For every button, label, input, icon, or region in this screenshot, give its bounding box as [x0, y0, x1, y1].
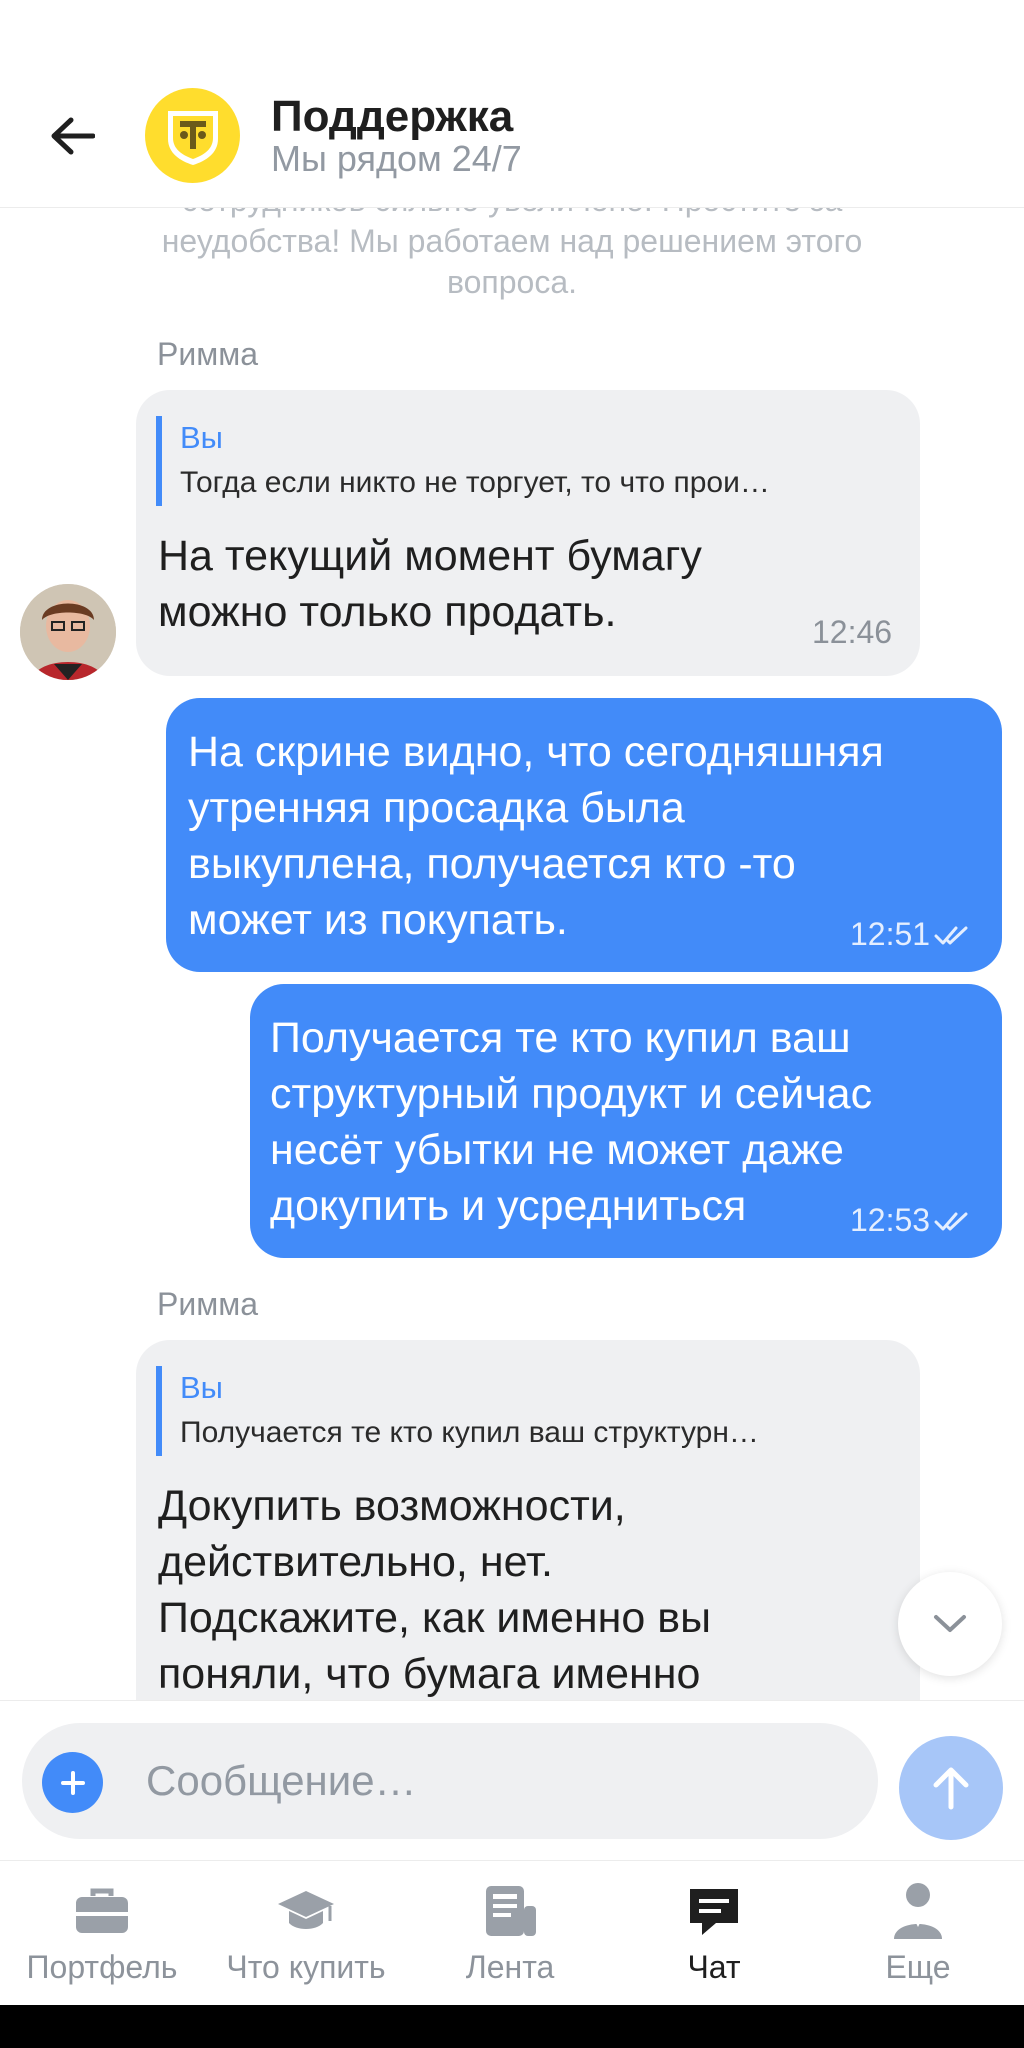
tab-label: Что купить — [226, 1949, 386, 1985]
reply-quote[interactable]: Вы Получается те кто купил ваш структурн… — [156, 1366, 896, 1456]
quote-text: Тогда если никто не торгует, то что прои… — [180, 466, 770, 499]
tab-feed[interactable]: Лента — [408, 1861, 612, 2006]
bank-logo[interactable] — [145, 88, 240, 183]
quote-text: Получается те кто купил ваш структурн… — [180, 1416, 759, 1449]
message-time: 12:53 — [850, 1202, 931, 1238]
message-text: На текущий момент бумагу можно только пр… — [158, 532, 702, 636]
message-input[interactable]: Сообщение… — [146, 1757, 417, 1805]
message-bubble[interactable]: Вы Тогда если никто не торгует, то что п… — [136, 390, 920, 676]
operator-avatar-icon — [20, 584, 116, 680]
arrow-left-icon — [51, 117, 95, 155]
system-notice: сотрудников сильно увеличено. Простите з… — [161, 208, 863, 300]
plus-icon — [60, 1770, 85, 1795]
message-bubble[interactable]: Вы Получается те кто купил ваш структурн… — [136, 1340, 920, 1700]
message-text: Получается те кто купил ваш структурный … — [270, 1014, 873, 1230]
briefcase-icon — [72, 1881, 132, 1941]
chat-subtitle: Мы рядом 24/7 — [271, 138, 522, 179]
message-meta: 12:51 — [850, 916, 972, 953]
sender-name: Римма — [157, 336, 259, 372]
profile-icon — [888, 1881, 948, 1941]
send-button[interactable] — [899, 1736, 1003, 1840]
tab-label: Еще — [885, 1949, 951, 1985]
message-text: Докупить возможности, действительно, нет… — [158, 1482, 711, 1698]
attach-button[interactable] — [42, 1752, 103, 1813]
avatar[interactable] — [20, 584, 116, 680]
shield-emblem-icon — [167, 110, 218, 165]
graduation-cap-icon — [276, 1881, 336, 1941]
system-navigation-bar — [0, 2005, 1024, 2048]
double-check-icon — [934, 926, 968, 944]
tab-what-to-buy[interactable]: Что купить — [204, 1861, 408, 2006]
chat-icon — [684, 1881, 744, 1941]
reply-quote[interactable]: Вы Тогда если никто не торгует, то что п… — [156, 416, 896, 506]
message-time: 12:51 — [850, 916, 931, 952]
double-check-icon — [934, 1212, 968, 1230]
quote-author: Вы — [180, 1370, 223, 1405]
message-composer: Сообщение… — [0, 1700, 1024, 1860]
tab-portfolio[interactable]: Портфель — [0, 1861, 204, 2006]
tab-more[interactable]: Еще — [816, 1861, 1020, 2006]
message-text: На скрине видно, что сегодняшняя утрення… — [188, 728, 884, 944]
bottom-tab-bar: Портфель Что купить Лента Чат Еще — [0, 1860, 1024, 2005]
news-icon — [480, 1881, 540, 1941]
message-meta: 12:53 — [850, 1202, 972, 1239]
tab-label: Чат — [687, 1949, 741, 1985]
chat-title: Поддержка — [271, 92, 514, 141]
chevron-down-icon — [934, 1615, 966, 1632]
sender-name: Римма — [157, 1286, 259, 1322]
message-bubble[interactable]: На скрине видно, что сегодняшняя утрення… — [166, 698, 1002, 972]
scroll-down-button[interactable] — [898, 1572, 1002, 1676]
message-time: 12:46 — [812, 614, 893, 650]
tab-label: Лента — [465, 1949, 555, 1985]
message-list[interactable]: сотрудников сильно увеличено. Простите з… — [0, 208, 1024, 1700]
back-button[interactable] — [44, 108, 100, 164]
arrow-up-icon — [933, 1767, 969, 1810]
tab-label: Портфель — [26, 1949, 178, 1985]
quote-author: Вы — [180, 420, 223, 455]
tab-chat[interactable]: Чат — [612, 1861, 816, 2006]
message-bubble[interactable]: Получается те кто купил ваш структурный … — [250, 984, 1002, 1258]
chat-header: Поддержка Мы рядом 24/7 — [0, 0, 1024, 208]
